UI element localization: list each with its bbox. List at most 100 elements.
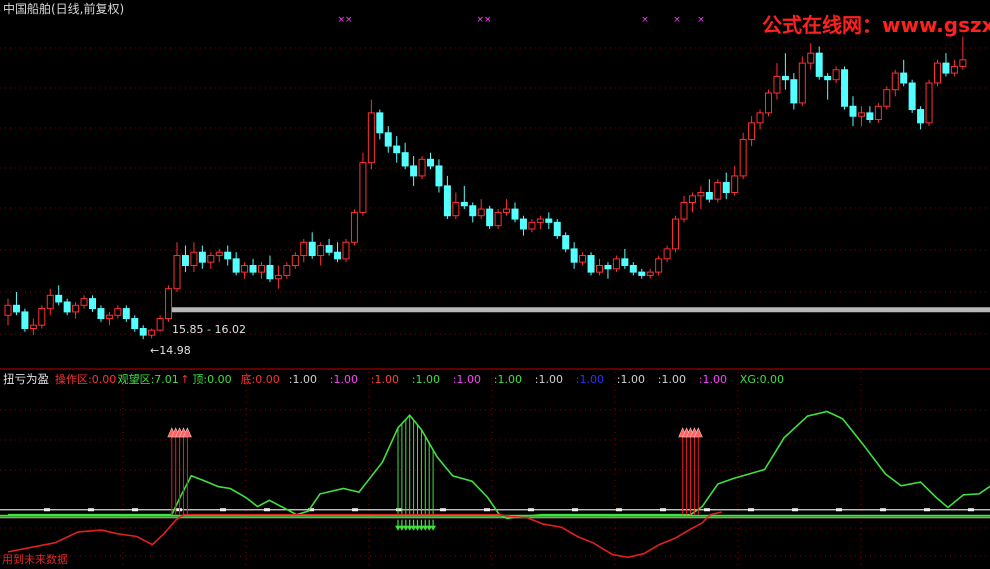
future-data-note: 用到未来数据 [2,552,68,566]
candle-down [486,208,494,227]
top-marker: × [641,15,649,25]
candle-down [629,264,637,273]
baseline-tick [132,508,138,512]
candle-down [410,165,418,177]
candle-up [452,201,460,217]
baseline-tick [660,508,666,512]
baseline-tick [572,508,578,512]
candle-down [917,109,925,124]
baseline-tick [968,508,974,512]
indicator-stat: :1.00 [289,373,317,386]
candle-up [748,122,756,140]
candle-up [300,241,308,257]
candle-up [38,308,46,326]
candle-up [536,218,544,223]
candle-down [232,258,240,273]
candle-up [291,255,299,266]
candle-down [900,72,908,84]
candle-up [688,195,696,203]
baseline-tick [88,508,94,512]
candle-up [807,52,815,64]
top-markers: ×× ×× × × × [337,15,704,25]
candle-down [587,255,595,273]
baseline-tick [44,508,50,512]
indicator-stat: :1.00 [494,373,522,386]
candle-up [241,264,249,273]
candle-down [249,264,257,273]
support-bar [172,307,990,313]
candle-down [443,185,451,217]
candle-down [224,251,232,260]
candle-up [663,248,671,260]
indicator-stats: 操作区:0.00 观望区:7.01 ↑ 顶:0.00 底:0.00:1.00:1.00:… [55,372,784,386]
candle-up [798,62,806,104]
candle-up [832,69,840,81]
candle-down [621,258,629,266]
baseline-tick [924,508,930,512]
indicator-stat: :1.00 [453,373,481,386]
indicator-stat: ↑ [180,373,189,386]
candle-down [181,255,189,266]
indicator-title: 扭亏为盈 [3,372,49,386]
candle-down [562,235,570,250]
support-range-label: 15.85 - 16.02 [172,323,246,336]
indicator-stat: :1.00 [330,373,358,386]
candle-up [207,255,215,263]
candle-up [258,264,265,273]
candle-up [503,208,511,213]
candle-down [427,158,434,167]
candle-down [570,248,578,263]
baseline-tick [704,508,710,512]
candle-down [198,251,206,263]
candle-up [80,298,88,306]
candle-down [460,201,468,207]
baseline-tick [836,508,842,512]
indicator-stat: 底:0.00 [241,372,280,386]
candle-up [934,62,941,84]
baseline-tick [792,508,798,512]
candle-up [596,264,603,273]
candle-up [646,271,654,276]
candle-down [139,328,147,336]
baseline-tick [264,508,270,512]
candle-up [959,59,967,67]
candle-down [849,105,857,117]
candle-down [511,208,519,220]
candle-up [950,65,958,74]
candle-up [418,158,426,177]
candle-down [89,298,96,310]
candle-down [384,132,392,147]
indicator-stat: 顶:0.00 [192,373,231,386]
candle-up [579,255,587,263]
candle-up [477,208,485,217]
support-level-bar [172,307,990,313]
main-chart-title: 中国船舶(日线,前复权) [3,1,124,16]
candle-down [469,205,477,217]
candle-up [731,175,739,194]
candle-down [638,271,646,276]
candle-down [942,62,950,74]
baseline-tick [176,508,182,512]
candle-up [874,105,882,121]
candle-down [841,69,849,107]
candle-down [908,82,916,111]
candle-down [401,152,409,167]
candle-up [114,308,122,316]
candle-up [925,82,933,124]
indicator-series-line [8,410,990,520]
low-price-label: ←14.98 [150,344,191,357]
candle-down [604,264,612,270]
candle-down [553,221,561,237]
stock-chart: ××××××× 中国船舶(日线,前复权) 公式在线网：www.gszx.com.… [0,1,990,569]
indicator-grid [0,372,990,569]
candle-up [105,314,113,320]
candle-up [672,218,680,250]
indicator-stat: 观望区:7.01 [118,373,179,386]
candle-up [773,75,781,94]
candle-down [55,294,63,303]
baseline-tick [220,508,226,512]
candle-up [4,304,12,316]
candle-down [519,218,527,230]
candle-up [46,294,54,310]
candle-down [12,304,20,313]
